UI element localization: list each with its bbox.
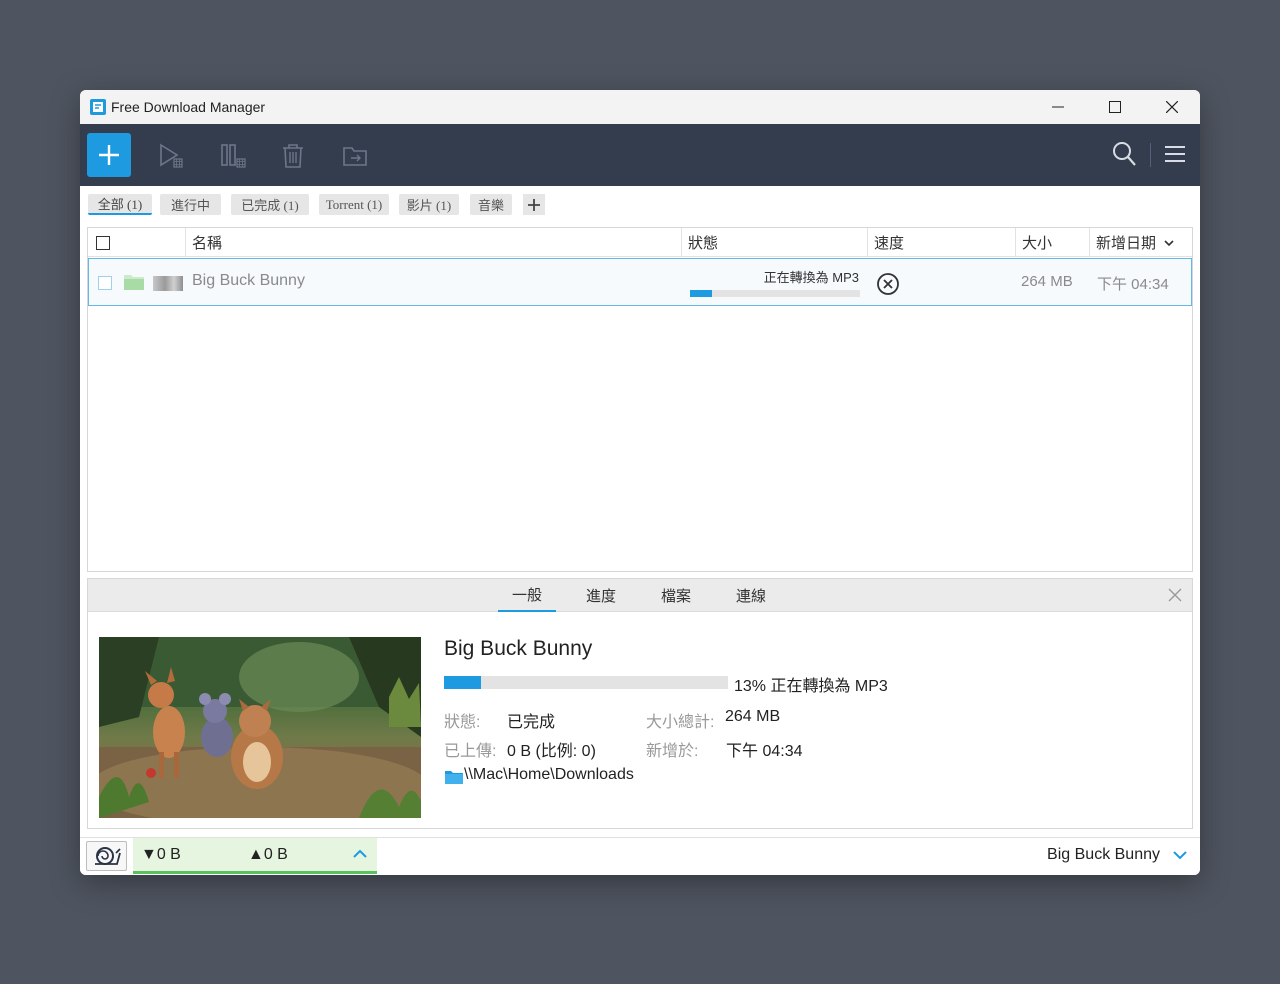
maximize-icon	[1108, 101, 1121, 113]
column-header-date[interactable]: 新增日期	[1089, 228, 1192, 257]
tab-general[interactable]: 一般	[498, 579, 556, 612]
video-preview	[99, 637, 421, 818]
added-label: 新增於:	[646, 743, 699, 760]
hamburger-icon	[1165, 146, 1185, 162]
plus-icon	[99, 145, 119, 165]
chevron-down-icon[interactable]	[1173, 850, 1187, 860]
selected-download-name[interactable]: Big Buck Bunny	[1047, 846, 1160, 864]
column-status-label: 狀態	[688, 235, 719, 252]
menu-button[interactable]	[1164, 144, 1186, 169]
folder-icon[interactable]	[123, 273, 145, 291]
status-label: 狀態:	[444, 714, 481, 731]
tab-files[interactable]: 檔案	[647, 579, 705, 612]
app-logo-icon	[90, 99, 106, 115]
detail-tabs: 一般 進度 檔案 連線	[88, 579, 1192, 612]
tab-progress[interactable]: 進度	[572, 579, 630, 612]
detail-progress-text: 13% 正在轉換為 MP3	[734, 678, 888, 695]
toolbar-divider	[1150, 143, 1151, 167]
title-bar[interactable]: Free Download Manager	[80, 90, 1200, 124]
download-name: Big Buck Bunny	[192, 272, 305, 289]
preview-image	[99, 637, 421, 818]
column-size-label: 大小	[1022, 235, 1053, 252]
select-all-checkbox[interactable]	[96, 236, 110, 250]
filter-tab-music[interactable]: 音樂	[470, 194, 512, 215]
added-value: 下午 04:34	[726, 743, 803, 760]
filter-tab-video[interactable]: 影片 (1)	[399, 194, 459, 215]
table-header: 名稱 狀態 速度 大小 新增日期	[88, 228, 1192, 257]
search-icon	[1113, 142, 1136, 166]
pause-button[interactable]	[218, 141, 248, 171]
column-name-label: 名稱	[192, 235, 223, 252]
filter-tab-torrent[interactable]: Torrent (1)	[319, 194, 389, 215]
folder-icon	[445, 771, 463, 784]
table-row[interactable]: Big Buck Bunny 正在轉換為 MP3 264 MB 下午 04:34	[88, 258, 1192, 306]
uploaded-label: 已上傳:	[444, 743, 497, 760]
detail-panel: 一般 進度 檔案 連線 Big Buck Bunny 13% 正在轉換為 MP3…	[87, 578, 1193, 829]
chevron-up-icon[interactable]	[353, 849, 367, 859]
toolbar	[80, 124, 1200, 186]
add-filter-button[interactable]	[523, 194, 545, 215]
filter-bar: 全部 (1) 進行中 已完成 (1) Torrent (1) 影片 (1) 音樂	[80, 186, 1200, 222]
cancel-conversion-icon[interactable]	[876, 272, 900, 296]
speed-limit-button[interactable]	[86, 841, 127, 871]
window-title: Free Download Manager	[111, 99, 266, 115]
total-size-value: 264 MB	[725, 708, 781, 725]
total-size-label: 大小總計:	[646, 714, 715, 731]
detail-progress-fill	[444, 676, 481, 689]
close-panel-icon[interactable]	[1168, 588, 1182, 602]
sort-chevron-down-icon	[1164, 239, 1174, 246]
download-table: 名稱 狀態 速度 大小 新增日期 Big Buck Bunny 正在轉換為 MP…	[87, 227, 1193, 572]
trash-icon	[283, 144, 303, 168]
snail-icon	[94, 847, 121, 865]
resume-button[interactable]	[156, 141, 186, 171]
delete-button[interactable]	[278, 141, 308, 171]
column-header-size[interactable]: 大小	[1015, 228, 1089, 257]
row-checkbox[interactable]	[98, 276, 112, 290]
minimize-button[interactable]	[1029, 90, 1086, 124]
detail-progress-bar	[444, 676, 728, 689]
folder-move-icon	[343, 147, 367, 166]
download-date: 下午 04:34	[1097, 276, 1169, 293]
download-path-link[interactable]: \\Mac\Home\Downloads	[464, 766, 634, 784]
filter-tab-completed[interactable]: 已完成 (1)	[231, 194, 309, 215]
speed-indicator[interactable]: ▼0 B ▲0 B	[133, 838, 377, 874]
move-button[interactable]	[340, 141, 370, 171]
tab-connections[interactable]: 連線	[722, 579, 780, 612]
column-header-speed[interactable]: 速度	[867, 228, 1015, 257]
close-window-button[interactable]	[1143, 90, 1200, 124]
download-status: 正在轉換為 MP3	[763, 270, 859, 285]
maximize-button[interactable]	[1086, 90, 1143, 124]
minimize-icon	[1051, 106, 1064, 108]
download-progress-fill	[690, 290, 713, 297]
status-bar: ▼0 B ▲0 B Big Buck Bunny	[80, 837, 1200, 875]
detail-title: Big Buck Bunny	[444, 637, 593, 660]
uploaded-value: 0 B (比例: 0)	[507, 743, 596, 760]
column-header-status[interactable]: 狀態	[681, 228, 867, 257]
column-speed-label: 速度	[874, 235, 905, 252]
close-icon	[1165, 101, 1178, 113]
play-icon	[160, 143, 183, 168]
search-button[interactable]	[1111, 140, 1137, 173]
upload-speed: ▲0 B	[248, 846, 288, 863]
column-date-label: 新增日期	[1096, 235, 1157, 252]
pause-icon	[221, 144, 246, 168]
filter-tab-active[interactable]: 進行中	[160, 194, 221, 215]
column-header-name[interactable]: 名稱	[185, 228, 681, 257]
download-progress-bar	[690, 290, 860, 297]
status-value: 已完成	[507, 714, 556, 731]
app-window: Free Download Manager 全部 (1) 進行中 已完成 (1)…	[80, 90, 1200, 875]
video-thumbnail	[153, 276, 183, 291]
plus-icon	[528, 198, 540, 211]
add-download-button[interactable]	[87, 133, 131, 177]
download-speed: ▼0 B	[141, 846, 181, 863]
download-size: 264 MB	[1021, 273, 1073, 290]
filter-tab-all[interactable]: 全部 (1)	[88, 194, 152, 215]
